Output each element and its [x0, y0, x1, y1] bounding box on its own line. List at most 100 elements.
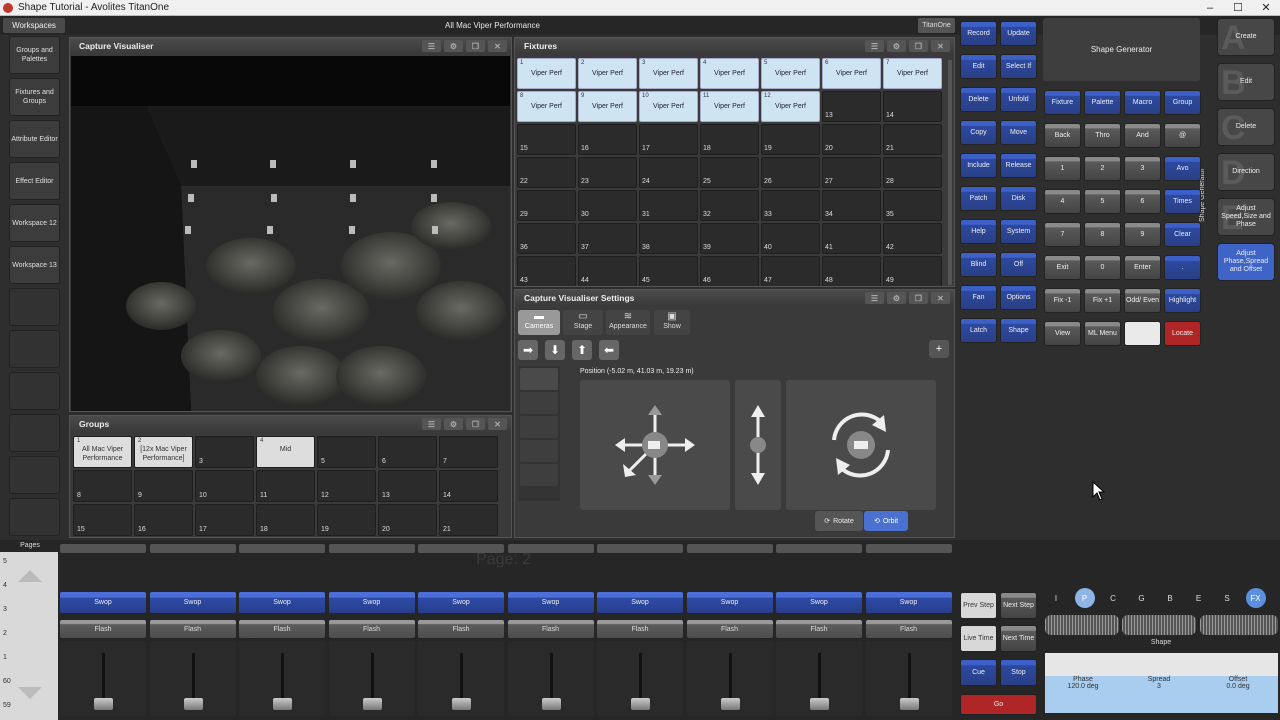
- key-palette[interactable]: Palette: [1084, 90, 1121, 115]
- height-control[interactable]: [735, 380, 781, 510]
- visualiser-viewport[interactable]: [71, 56, 510, 411]
- playback-legend[interactable]: [60, 544, 146, 553]
- fader-knob[interactable]: [720, 698, 740, 710]
- key-record[interactable]: Record: [960, 21, 997, 46]
- group-cell[interactable]: 7: [439, 436, 498, 468]
- stop-button[interactable]: Stop: [1000, 659, 1037, 686]
- workspace-empty[interactable]: [9, 330, 60, 368]
- group-cell[interactable]: 12: [317, 470, 376, 502]
- view-left-icon[interactable]: ⬅: [599, 340, 619, 360]
- fixture-cell[interactable]: 29: [517, 190, 576, 221]
- key-ml-menu[interactable]: ML Menu: [1084, 321, 1121, 346]
- flash-button[interactable]: Flash: [328, 620, 415, 638]
- swop-button[interactable]: Swop: [239, 592, 325, 613]
- fixture-cell[interactable]: 2 Viper Perf: [578, 58, 637, 89]
- group-cell[interactable]: 3: [195, 436, 254, 468]
- value-offset[interactable]: Offset 0.0 deg: [1198, 653, 1278, 713]
- fader-knob[interactable]: [273, 698, 292, 710]
- swop-button[interactable]: Swop: [149, 592, 236, 613]
- key-4[interactable]: 4: [1044, 189, 1081, 214]
- softkey-b-edit[interactable]: B Edit: [1217, 63, 1275, 102]
- next-step-button[interactable]: Next Step: [1000, 592, 1037, 619]
- fixture-cell[interactable]: 14: [883, 91, 942, 122]
- attribute-tab-e[interactable]: E: [1189, 588, 1209, 608]
- attribute-tab-i[interactable]: I: [1046, 588, 1066, 608]
- group-cell[interactable]: 2 [12x Mac Viper Performance]: [134, 436, 193, 468]
- playback-fader[interactable]: [776, 641, 862, 716]
- flash-button[interactable]: Flash: [418, 620, 504, 638]
- key-.[interactable]: .: [1164, 255, 1201, 280]
- key-help[interactable]: Help: [960, 219, 997, 244]
- softkey-adjust-phase[interactable]: Adjust Phase,Spread and Offset: [1217, 243, 1275, 281]
- softkey-c-delete[interactable]: C Delete: [1217, 108, 1275, 147]
- workspace-effect-editor[interactable]: Effect Editor: [9, 162, 60, 200]
- fixture-cell[interactable]: 17: [639, 124, 698, 155]
- page-number[interactable]: 3: [3, 606, 7, 613]
- fader-knob[interactable]: [541, 698, 561, 710]
- key-system[interactable]: System: [1000, 219, 1037, 244]
- fixture-cell[interactable]: 28: [883, 157, 942, 188]
- key-highlight[interactable]: Highlight: [1164, 288, 1201, 313]
- fixture-cell[interactable]: 3 Viper Perf: [639, 58, 698, 89]
- key-macro[interactable]: Macro: [1124, 90, 1161, 115]
- fixture-cell[interactable]: 9 Viper Perf: [578, 91, 637, 122]
- key-shape[interactable]: Shape: [1000, 318, 1037, 343]
- go-button[interactable]: Go: [960, 694, 1037, 715]
- key-fix-1[interactable]: Fix +1: [1084, 288, 1121, 313]
- key-view[interactable]: View: [1044, 321, 1081, 346]
- tab-show[interactable]: ▣ Show: [654, 310, 690, 335]
- fixture-cell[interactable]: 12 Viper Perf: [761, 91, 820, 122]
- playback-fader[interactable]: [597, 641, 683, 716]
- workspace-13[interactable]: Workspace 13: [9, 246, 60, 284]
- key-7[interactable]: 7: [1044, 222, 1081, 247]
- minimize-button[interactable]: –: [1196, 0, 1224, 16]
- fixture-cell[interactable]: 22: [517, 157, 576, 188]
- page-number[interactable]: 2: [3, 630, 7, 637]
- fixture-cell[interactable]: 48: [822, 256, 881, 286]
- attribute-tab-fx[interactable]: FX: [1245, 588, 1266, 608]
- fixture-cell[interactable]: 13: [822, 91, 881, 122]
- key-2[interactable]: 2: [1084, 156, 1121, 181]
- attribute-tab-s[interactable]: S: [1217, 588, 1237, 608]
- fixture-cell[interactable]: 30: [578, 190, 637, 221]
- group-cell[interactable]: 4 Mid: [256, 436, 315, 468]
- fixture-cell[interactable]: 41: [822, 223, 881, 254]
- page-number[interactable]: 4: [3, 582, 7, 589]
- view-right-icon[interactable]: ➡: [518, 340, 538, 360]
- key-edit[interactable]: Edit: [960, 54, 997, 79]
- playback-legend[interactable]: [149, 544, 236, 553]
- group-cell[interactable]: 1 All Mac Viper Performance: [73, 436, 132, 468]
- group-cell[interactable]: 19: [317, 504, 376, 536]
- page-down-icon[interactable]: [18, 687, 42, 699]
- group-cell[interactable]: 11: [256, 470, 315, 502]
- key-copy[interactable]: Copy: [960, 120, 997, 145]
- group-cell[interactable]: 14: [439, 470, 498, 502]
- fixture-cell[interactable]: 27: [822, 157, 881, 188]
- attribute-tab-p[interactable]: P: [1074, 588, 1095, 608]
- menu-icon[interactable]: ☰: [422, 40, 441, 52]
- fader-knob[interactable]: [183, 698, 203, 710]
- fixture-cell[interactable]: 8 Viper Perf: [517, 91, 576, 122]
- flash-button[interactable]: Flash: [776, 620, 862, 638]
- flash-button[interactable]: Flash: [239, 620, 325, 638]
- key-update[interactable]: Update: [1000, 21, 1037, 46]
- fixture-cell[interactable]: 6 Viper Perf: [822, 58, 881, 89]
- orbit-button[interactable]: ⟲ Orbit: [864, 511, 908, 531]
- attribute-tab-g[interactable]: G: [1132, 588, 1152, 608]
- value-spread[interactable]: Spread 3: [1121, 653, 1197, 713]
- key-enter[interactable]: Enter: [1124, 255, 1161, 280]
- close-icon[interactable]: ✕: [931, 40, 950, 52]
- playback-legend[interactable]: [865, 544, 952, 553]
- swop-button[interactable]: Swop: [865, 592, 952, 613]
- group-cell[interactable]: 10: [195, 470, 254, 502]
- fixture-cell[interactable]: 40: [761, 223, 820, 254]
- fixture-cell[interactable]: 25: [700, 157, 759, 188]
- fixture-cell[interactable]: 19: [761, 124, 820, 155]
- group-cell[interactable]: 15: [73, 504, 132, 536]
- key-8[interactable]: 8: [1084, 222, 1121, 247]
- value-phase[interactable]: Phase 120.0 deg: [1045, 653, 1121, 713]
- playback-fader[interactable]: [865, 641, 952, 716]
- flash-button[interactable]: Flash: [865, 620, 952, 638]
- swop-button[interactable]: Swop: [418, 592, 504, 613]
- swop-button[interactable]: Swop: [597, 592, 683, 613]
